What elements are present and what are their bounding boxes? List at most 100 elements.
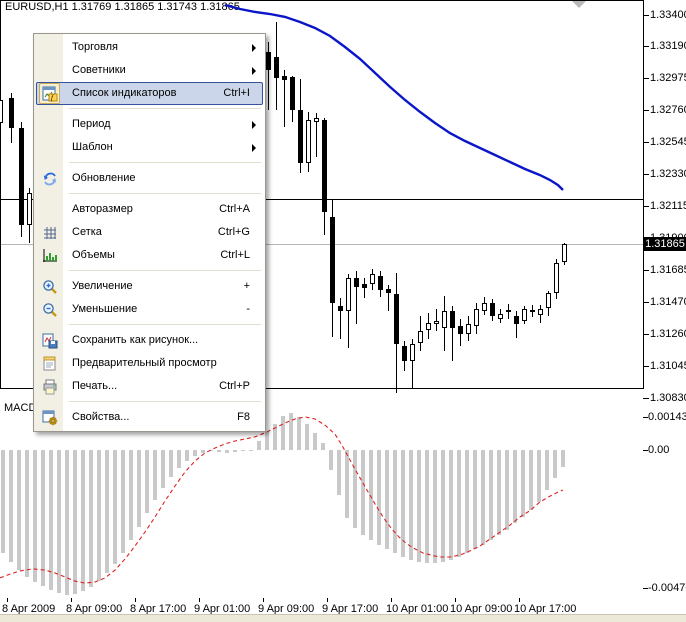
price-axis-label: 1.31470 — [650, 296, 686, 308]
macd-histogram-bar — [65, 450, 69, 595]
macd-histogram-bar — [545, 450, 549, 490]
menu-item-period[interactable]: Период — [36, 113, 263, 136]
macd-histogram-bar — [265, 432, 269, 450]
macd-histogram-bar — [489, 450, 493, 540]
menu-item-save-as-picture[interactable]: Сохранить как рисунок... — [36, 329, 263, 352]
menu-item-label: Советники — [72, 64, 126, 76]
macd-histogram-bar — [41, 450, 45, 586]
macd-histogram-bar — [209, 450, 213, 451]
macd-histogram-bar — [121, 450, 125, 553]
macd-histogram-bar — [385, 450, 389, 549]
menu-item-shortcut: Ctrl+P — [219, 380, 250, 392]
macd-histogram-bar — [497, 450, 501, 535]
menu-item-properties[interactable]: Свойства... F8 — [36, 406, 263, 429]
menu-item-indicators-list[interactable]: f Список индикаторов Ctrl+I — [36, 82, 263, 105]
macd-pane-label: MACD — [4, 402, 37, 414]
macd-histogram-bar — [137, 450, 141, 528]
menu-item-shortcut: Ctrl+I — [223, 87, 250, 99]
menu-item-zoom-out[interactable]: Уменьшение - — [36, 298, 263, 321]
price-axis-label: 1.33400 — [650, 9, 686, 21]
price-axis-label: 1.32975 — [650, 72, 686, 84]
macd-histogram-bar — [441, 450, 445, 562]
menu-item-shortcut: Ctrl+G — [217, 226, 250, 238]
macd-histogram-bar — [129, 450, 133, 540]
time-axis-tick — [263, 598, 264, 602]
submenu-arrow-icon — [252, 67, 256, 75]
time-axis-tick — [391, 598, 392, 602]
menu-item-volumes[interactable]: Объемы Ctrl+L — [36, 244, 263, 267]
menu-item-experts[interactable]: Советники — [36, 59, 263, 82]
macd-histogram-bar — [73, 450, 77, 595]
macd-histogram-bar — [273, 423, 277, 450]
menu-item-label: Объемы — [72, 249, 115, 261]
menu-item-label: Авторазмер — [72, 203, 133, 215]
price-axis-label: 1.31260 — [650, 328, 686, 340]
chart-ohlc-title: EURUSD,H1 1.31769 1.31865 1.31743 1.3186… — [5, 1, 240, 13]
price-axis-label: 1.31685 — [650, 264, 686, 276]
macd-histogram-bar — [473, 450, 477, 549]
macd-histogram-bar — [217, 450, 221, 452]
chart-context-menu: Торговля Советники f Список индикаторов Ctrl… — [33, 33, 266, 432]
menu-item-print[interactable]: Печать... Ctrl+P — [36, 375, 263, 398]
macd-histogram-bar — [521, 450, 525, 517]
macd-histogram-bar — [561, 450, 565, 468]
menu-item-label: Печать... — [72, 380, 118, 392]
time-axis-tick — [71, 598, 72, 602]
zoom-in-icon — [42, 279, 58, 295]
price-axis-label: 1.30830 — [650, 392, 686, 404]
macd-histogram-bar — [313, 432, 317, 450]
properties-icon — [42, 410, 58, 426]
menu-item-refresh[interactable]: Обновление — [36, 167, 263, 190]
menu-item-shortcut: + — [243, 280, 250, 292]
price-axis-label: 1.32330 — [650, 168, 686, 180]
submenu-arrow-icon — [252, 121, 256, 129]
time-axis-tick — [7, 598, 8, 602]
menu-item-grid[interactable]: Сетка Ctrl+G — [36, 221, 263, 244]
menu-item-label: Сохранить как рисунок... — [72, 334, 199, 346]
macd-histogram-bar — [193, 450, 197, 457]
macd-histogram-bar — [49, 450, 53, 591]
macd-histogram-bar — [481, 450, 485, 546]
macd-axis-label: 0.00 — [648, 444, 670, 456]
macd-histogram-bar — [457, 450, 461, 557]
zoom-out-icon — [42, 302, 58, 318]
macd-histogram-bar — [145, 450, 149, 513]
macd-histogram-bar — [33, 450, 37, 582]
time-axis-tick — [327, 598, 328, 602]
volumes-icon — [42, 248, 58, 264]
price-axis-tick — [643, 398, 649, 399]
macd-axis-tick — [643, 417, 648, 418]
menu-item-zoom-in[interactable]: Увеличение + — [36, 275, 263, 298]
menu-item-print-preview[interactable]: Предварительный просмотр — [36, 352, 263, 375]
macd-histogram-bar — [401, 450, 405, 557]
macd-histogram-bar — [89, 450, 93, 587]
macd-histogram-bar — [377, 450, 381, 546]
price-axis-label: 1.31045 — [650, 360, 686, 372]
menu-item-label: Обновление — [72, 172, 136, 184]
macd-histogram-bar — [25, 450, 29, 577]
menu-item-label: Увеличение — [72, 280, 133, 292]
menu-item-label: Свойства... — [72, 411, 130, 423]
status-bar-edge — [0, 614, 686, 622]
macd-axis-tick — [643, 588, 648, 589]
macd-histogram-bar — [345, 450, 349, 518]
menu-item-label: Торговля — [72, 41, 118, 53]
macd-histogram-bar — [57, 450, 61, 593]
menu-item-label: Предварительный просмотр — [72, 357, 217, 369]
menu-item-template[interactable]: Шаблон — [36, 136, 263, 159]
current-price-badge: 1.31865 — [644, 237, 686, 251]
macd-histogram-bar — [281, 416, 285, 450]
macd-histogram-bar — [289, 412, 293, 450]
indicator-list-icon: f — [42, 86, 58, 102]
menu-item-trading[interactable]: Торговля — [36, 36, 263, 59]
price-axis-label: 1.32115 — [650, 200, 686, 212]
menu-item-label: Период — [72, 118, 111, 130]
macd-histogram-bar — [417, 450, 421, 562]
macd-histogram-bar — [249, 450, 253, 451]
chart-shift-marker-icon[interactable] — [572, 1, 586, 8]
macd-histogram-bar — [425, 450, 429, 564]
menu-item-autosize[interactable]: Авторазмер Ctrl+A — [36, 198, 263, 221]
macd-axis-label: 0.001435 — [648, 411, 686, 423]
macd-histogram-bar — [329, 450, 333, 470]
time-axis-tick — [455, 598, 456, 602]
